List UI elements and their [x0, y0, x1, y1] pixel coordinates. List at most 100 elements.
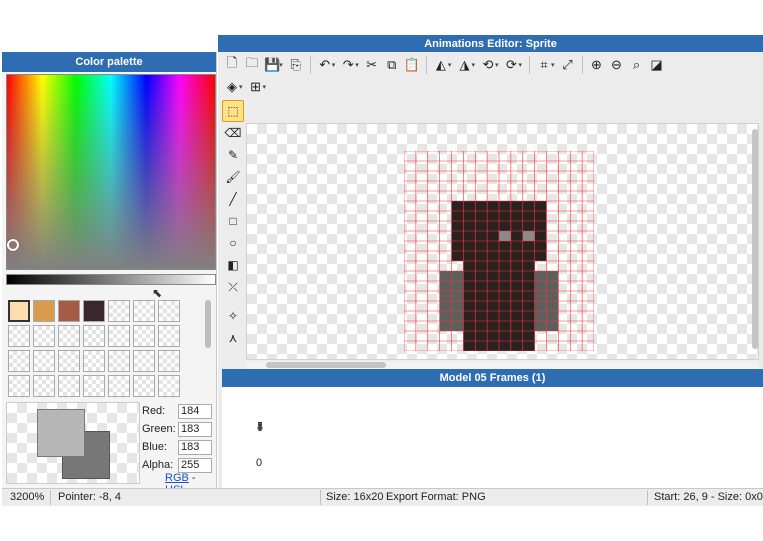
rectangle-icon[interactable]: □ [222, 210, 244, 232]
sprite-pixel[interactable] [451, 321, 464, 331]
sprite-pixel[interactable] [475, 301, 488, 311]
empty-swatch[interactable] [108, 350, 130, 372]
empty-swatch[interactable] [58, 375, 80, 397]
sprite-pixel[interactable] [463, 301, 476, 311]
sprite-pixel[interactable] [475, 311, 488, 321]
sprite-pixel[interactable] [439, 301, 452, 311]
empty-swatch[interactable] [8, 325, 30, 347]
sprite-pixel[interactable] [451, 241, 464, 251]
sprite-canvas[interactable] [246, 123, 759, 360]
sprite-pixel[interactable] [439, 321, 452, 331]
sprite-pixel[interactable] [487, 321, 499, 331]
sprite-pixel[interactable] [510, 291, 523, 301]
empty-swatch[interactable] [33, 375, 55, 397]
sprite-pixel[interactable] [463, 271, 476, 281]
sprite-pixel[interactable] [487, 271, 499, 281]
sprite-pixel[interactable] [487, 221, 499, 231]
sprite-pixel[interactable] [499, 321, 511, 331]
sprite-pixel[interactable] [534, 271, 547, 281]
sprite-pixel[interactable] [534, 201, 547, 211]
sprite-pixel[interactable] [475, 221, 488, 231]
sprite-pixel[interactable] [522, 211, 535, 221]
magic-wand-icon[interactable]: ✧ [222, 305, 244, 327]
sprite-pixel[interactable] [487, 281, 499, 291]
sprite-pixel[interactable] [487, 301, 499, 311]
sprite-pixel[interactable] [487, 211, 499, 221]
export-icon[interactable]: ⎘ [286, 55, 306, 75]
sprite-pixel[interactable] [510, 241, 523, 251]
empty-swatch[interactable] [158, 375, 180, 397]
sprite-pixel[interactable] [475, 251, 488, 261]
fill-bucket-icon[interactable]: ◧ [222, 254, 244, 276]
spectrum-cursor[interactable] [7, 239, 19, 251]
sprite-pixel[interactable] [463, 241, 476, 251]
sprite-pixel[interactable] [475, 281, 488, 291]
sprite-pixel[interactable] [522, 311, 535, 321]
sprite-pixel[interactable] [499, 261, 511, 271]
palette-swatch[interactable] [33, 300, 55, 322]
sprite-pixel[interactable] [463, 261, 476, 271]
alpha-input[interactable]: 255 [178, 457, 212, 473]
sprite-pixel[interactable] [439, 281, 452, 291]
sprite-pixel[interactable] [451, 221, 464, 231]
sprite-pixel[interactable] [475, 231, 488, 241]
red-input[interactable]: 184 [178, 403, 212, 419]
sprite-pixel[interactable] [522, 231, 535, 241]
sprite-pixel[interactable] [510, 201, 523, 211]
blue-input[interactable]: 183 [178, 439, 212, 455]
sprite-pixel[interactable] [534, 241, 547, 251]
palette-swatch[interactable] [83, 300, 105, 322]
sprite-pixel[interactable] [463, 251, 476, 261]
dropdown-arrow-icon[interactable]: ▾ [448, 61, 452, 69]
zoom-fit-icon[interactable]: ⌕ [627, 55, 647, 75]
sprite-pixel[interactable] [522, 221, 535, 231]
sprite-pixel[interactable] [475, 211, 488, 221]
sprite-pixel[interactable] [534, 301, 547, 311]
dropdown-arrow-icon[interactable]: ▾ [332, 61, 336, 69]
sprite-pixel[interactable] [499, 211, 511, 221]
sprite-pixel[interactable] [499, 241, 511, 251]
sprite-pixel[interactable] [499, 221, 511, 231]
sprite-pixel[interactable] [439, 271, 452, 281]
sprite-pixel[interactable] [451, 301, 464, 311]
eyedropper-icon[interactable]: ⤫ [222, 276, 244, 298]
transparency-icon[interactable]: ◪ [647, 55, 667, 75]
frame-thumbnail[interactable] [256, 419, 264, 431]
sprite-pixel[interactable] [522, 331, 535, 341]
sprite-pixel[interactable] [522, 271, 535, 281]
sprite-pixel[interactable] [451, 311, 464, 321]
select-rect-icon[interactable]: ⬚ [222, 100, 244, 122]
sprite-pixel[interactable] [510, 281, 523, 291]
copy-icon[interactable]: ⧉ [382, 55, 402, 75]
sprite-pixel[interactable] [451, 281, 464, 291]
sprite-pixel[interactable] [475, 331, 488, 341]
sprite-pixel[interactable] [463, 211, 476, 221]
empty-swatch[interactable] [83, 350, 105, 372]
empty-swatch[interactable] [158, 350, 180, 372]
sprite-pixel[interactable] [475, 321, 488, 331]
dropdown-arrow-icon[interactable]: ▾ [551, 61, 555, 69]
sprite-pixel[interactable] [522, 261, 535, 271]
empty-swatch[interactable] [133, 300, 155, 322]
sprite-pixel[interactable] [499, 311, 511, 321]
dropdown-arrow-icon[interactable]: ▾ [518, 61, 522, 69]
sprite-pixel[interactable] [510, 211, 523, 221]
empty-swatch[interactable] [108, 300, 130, 322]
sprite-pixel[interactable] [510, 221, 523, 231]
sprite-pixel[interactable] [463, 221, 476, 231]
dropdown-arrow-icon[interactable]: ▾ [263, 83, 267, 91]
sprite-pixel[interactable] [546, 311, 559, 321]
sprite-pixel[interactable] [451, 201, 464, 211]
sprite-pixel[interactable] [499, 301, 511, 311]
sprite-pixel[interactable] [463, 331, 476, 341]
palette-swatch[interactable] [58, 300, 80, 322]
sprite-pixel[interactable] [439, 291, 452, 301]
dropdown-arrow-icon[interactable]: ▾ [471, 61, 475, 69]
resize-icon[interactable]: ⤢ [558, 55, 578, 75]
sprite-pixel[interactable] [463, 291, 476, 301]
empty-swatch[interactable] [83, 375, 105, 397]
rgb-mode-link[interactable]: RGB [165, 472, 189, 484]
green-input[interactable]: 183 [178, 421, 212, 437]
sprite-pixel[interactable] [546, 271, 559, 281]
empty-swatch[interactable] [8, 375, 30, 397]
